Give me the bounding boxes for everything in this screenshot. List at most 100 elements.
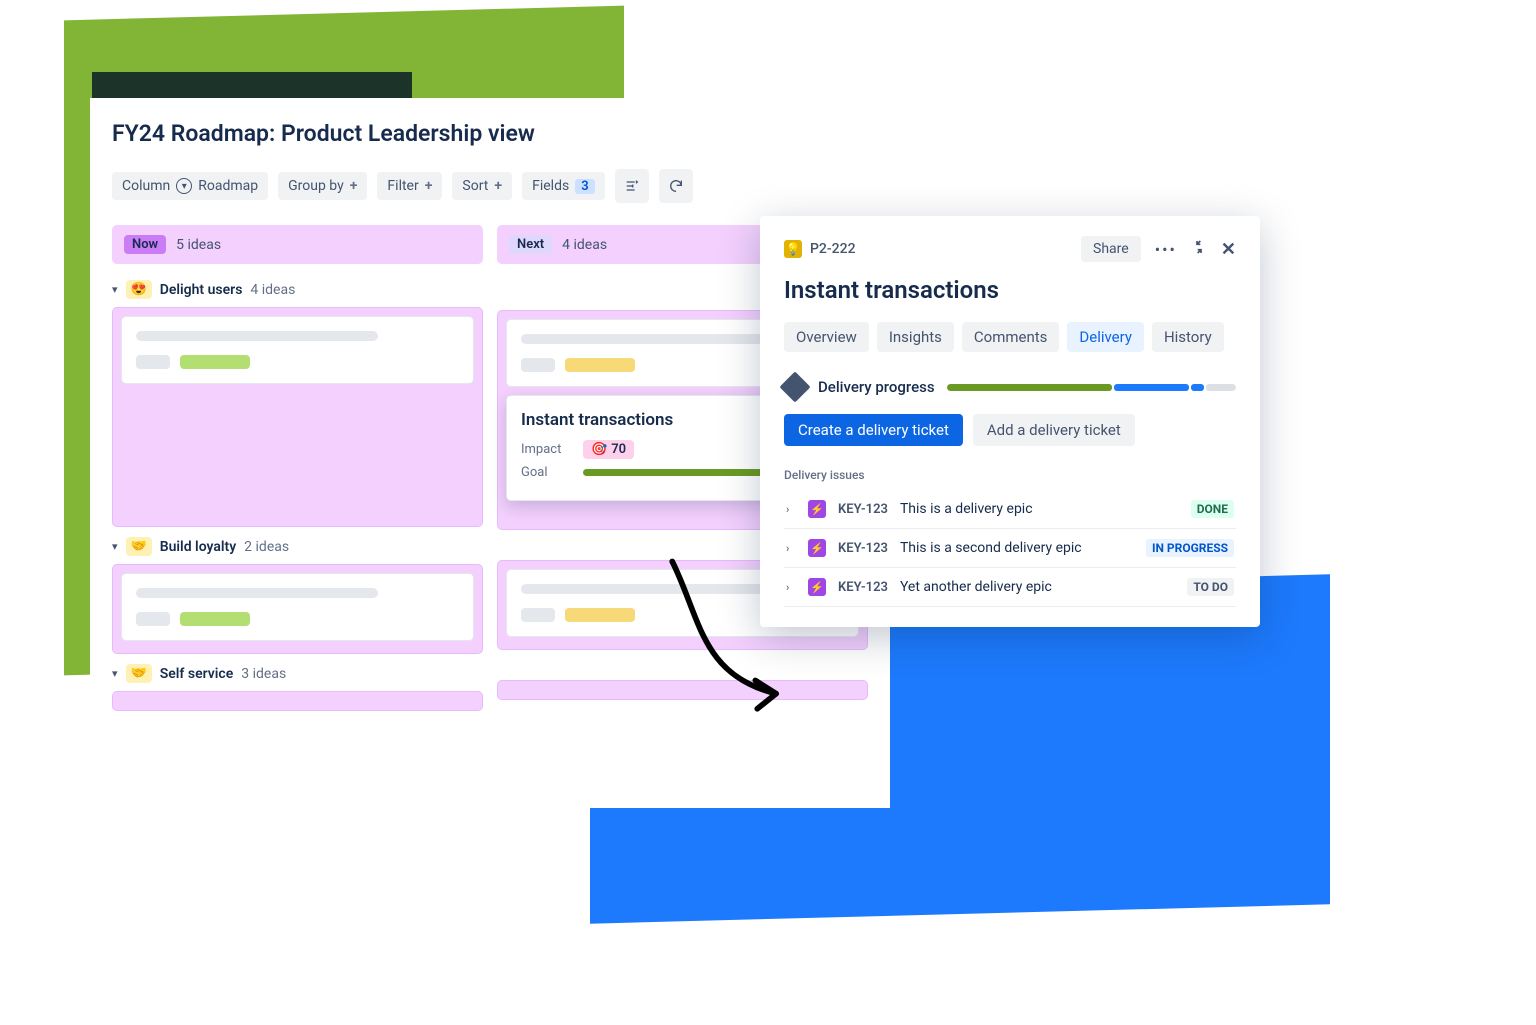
status-badge: TO DO (1187, 578, 1234, 596)
tab-history[interactable]: History (1152, 322, 1224, 352)
chevron-right-icon[interactable]: › (786, 503, 796, 516)
issue-key: KEY-123 (838, 580, 888, 595)
impact-value: 🎯70 (583, 440, 634, 459)
skeleton-pill (180, 612, 250, 626)
chevron-right-icon[interactable]: › (786, 581, 796, 594)
share-button[interactable]: Share (1081, 236, 1141, 262)
idea-card[interactable] (121, 316, 474, 384)
detail-tabs: Overview Insights Comments Delivery Hist… (784, 322, 1236, 352)
plus-icon: + (494, 178, 502, 194)
fields-label: Fields (532, 178, 569, 194)
column-header-now: Now 5 ideas (112, 225, 483, 264)
goal-label: Goal (521, 465, 571, 480)
issues-section-label: Delivery issues (784, 468, 1236, 482)
idea-type-icon: 💡 (784, 240, 802, 258)
card-zone[interactable] (497, 680, 868, 700)
group-header-delight: ▾ 😍 Delight users 4 ideas (112, 280, 483, 299)
column-label: Column (122, 178, 170, 194)
column-value: Roadmap (198, 178, 258, 194)
group-name: Build loyalty (160, 539, 236, 555)
skeleton-line (136, 331, 378, 341)
progress-bar (947, 384, 1236, 391)
refresh-icon[interactable] (659, 169, 693, 203)
epic-icon: ⚡ (808, 500, 826, 518)
skeleton-pill (180, 355, 250, 369)
skeleton-pill (565, 358, 635, 372)
column-count-next: 4 ideas (562, 237, 607, 253)
group-count: 3 ideas (241, 666, 286, 682)
create-ticket-button[interactable]: Create a delivery ticket (784, 414, 963, 446)
card-zone[interactable] (112, 691, 483, 711)
skeleton-line (521, 584, 763, 594)
issue-key: P2-222 (810, 241, 856, 257)
detail-title: Instant transactions (784, 276, 1236, 304)
settings-icon[interactable] (615, 169, 649, 203)
skeleton-pill (565, 608, 635, 622)
groupby-button[interactable]: Group by + (278, 172, 367, 200)
progress-label: Delivery progress (818, 378, 935, 396)
detail-panel: 💡 P2-222 Share ••• ✕ Instant transaction… (760, 216, 1260, 627)
issue-key: KEY-123 (838, 541, 888, 556)
detail-header: 💡 P2-222 Share ••• ✕ (784, 236, 1236, 262)
status-badge: IN PROGRESS (1146, 539, 1234, 557)
filter-label: Filter (387, 178, 418, 194)
plus-icon: + (425, 178, 433, 194)
delivery-issue-row[interactable]: › ⚡ KEY-123 This is a delivery epic DONE (784, 490, 1236, 529)
skeleton-pill (521, 358, 555, 372)
tab-insights[interactable]: Insights (877, 322, 954, 352)
diamond-icon (779, 371, 810, 402)
sort-label: Sort (462, 178, 488, 194)
target-icon: 🎯 (591, 442, 607, 457)
issue-summary: Yet another delivery epic (900, 579, 1175, 595)
skeleton-pill (521, 608, 555, 622)
group-count: 4 ideas (250, 282, 295, 298)
group-header-loyalty: ▾ 🤝 Build loyalty 2 ideas (112, 537, 483, 556)
tab-overview[interactable]: Overview (784, 322, 869, 352)
column-count-now: 5 ideas (176, 237, 221, 253)
group-name: Delight users (160, 282, 243, 298)
close-icon[interactable]: ✕ (1221, 239, 1236, 260)
plus-icon: + (350, 178, 358, 194)
more-icon[interactable]: ••• (1155, 240, 1177, 259)
issue-key-link[interactable]: 💡 P2-222 (784, 240, 856, 258)
filter-button[interactable]: Filter + (377, 172, 442, 200)
fields-button[interactable]: Fields 3 (522, 172, 605, 200)
group-header-self: ▾ 🤝 Self service 3 ideas (112, 664, 483, 683)
group-name: Self service (160, 666, 234, 682)
status-badge: DONE (1191, 500, 1234, 518)
tab-delivery[interactable]: Delivery (1067, 322, 1144, 352)
group-emoji: 😍 (126, 280, 152, 299)
column-selector[interactable]: Column ▾ Roadmap (112, 172, 268, 200)
group-count: 2 ideas (244, 539, 289, 555)
skeleton-pill (136, 355, 170, 369)
impact-label: Impact (521, 442, 571, 457)
idea-card[interactable] (121, 573, 474, 641)
issue-key: KEY-123 (838, 502, 888, 517)
issue-summary: This is a second delivery epic (900, 540, 1134, 556)
epic-icon: ⚡ (808, 578, 826, 596)
chevron-right-icon[interactable]: › (786, 542, 796, 555)
card-zone[interactable] (112, 564, 483, 654)
group-emoji: 🤝 (126, 537, 152, 556)
skeleton-line (136, 588, 378, 598)
epic-icon: ⚡ (808, 539, 826, 557)
group-emoji: 🤝 (126, 664, 152, 683)
issue-summary: This is a delivery epic (900, 501, 1179, 517)
sort-button[interactable]: Sort + (452, 172, 512, 200)
tab-comments[interactable]: Comments (962, 322, 1060, 352)
collapse-icon[interactable] (1191, 239, 1207, 259)
collapse-icon[interactable]: ▾ (112, 283, 118, 296)
delivery-progress-row: Delivery progress (784, 376, 1236, 398)
board-columns: Now 5 ideas ▾ 😍 Delight users 4 ideas (112, 225, 868, 711)
add-ticket-button[interactable]: Add a delivery ticket (973, 414, 1135, 446)
delivery-issue-row[interactable]: › ⚡ KEY-123 This is a second delivery ep… (784, 529, 1236, 568)
chevron-down-icon: ▾ (176, 178, 192, 194)
skeleton-line (521, 334, 763, 344)
column-badge-next: Next (509, 235, 552, 254)
collapse-icon[interactable]: ▾ (112, 540, 118, 553)
page-title: FY24 Roadmap: Product Leadership view (112, 120, 868, 147)
delivery-issue-row[interactable]: › ⚡ KEY-123 Yet another delivery epic TO… (784, 568, 1236, 607)
collapse-icon[interactable]: ▾ (112, 667, 118, 680)
card-zone[interactable] (112, 307, 483, 527)
skeleton-pill (136, 612, 170, 626)
